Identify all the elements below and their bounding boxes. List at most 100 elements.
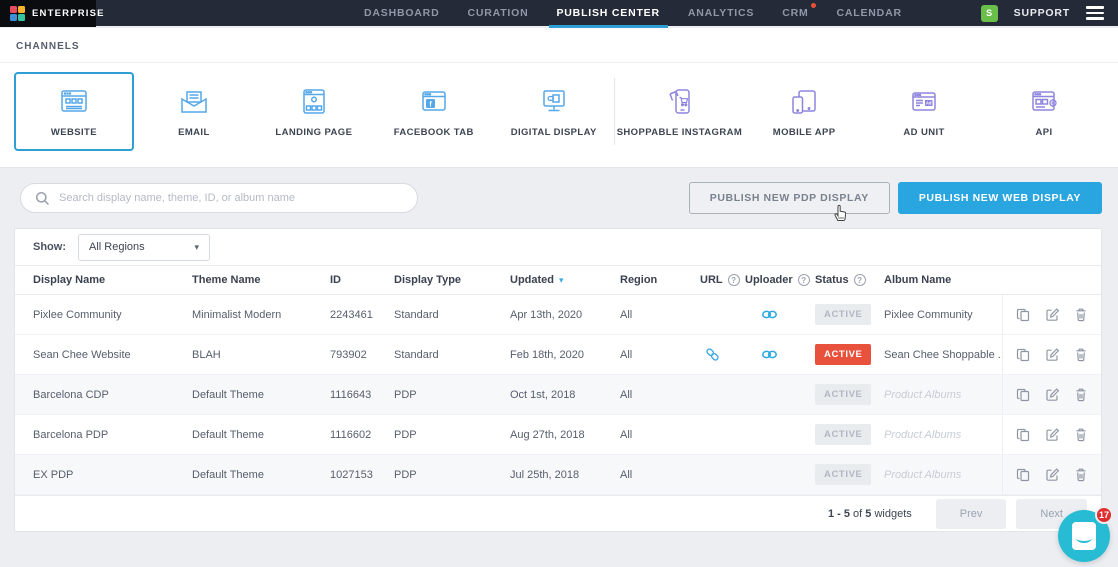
chat-widget-button[interactable]: 17	[1058, 510, 1110, 562]
search-icon	[35, 191, 50, 206]
column-header-status[interactable]: Status?	[815, 274, 884, 286]
column-header-region[interactable]: Region	[620, 274, 700, 286]
delete-icon[interactable]	[1073, 386, 1089, 403]
column-header-display-name[interactable]: Display Name	[15, 274, 192, 286]
landing-page-icon	[296, 86, 332, 118]
edit-icon[interactable]	[1044, 466, 1061, 483]
copy-icon[interactable]	[1015, 466, 1031, 483]
table-row[interactable]: Pixlee Community Minimalist Modern 22434…	[15, 295, 1101, 335]
copy-icon[interactable]	[1015, 306, 1031, 323]
edit-icon[interactable]	[1044, 426, 1061, 443]
channel-tile-website[interactable]: WEBSITE	[14, 72, 134, 151]
cell-display-type: PDP	[394, 429, 510, 441]
cell-uploader	[745, 309, 815, 320]
nav-item-publish-center[interactable]: PUBLISH CENTER	[557, 0, 660, 26]
channel-tile-digital-display[interactable]: DIGITAL DISPLAY	[494, 72, 614, 151]
status-badge: ACTIVE	[815, 304, 871, 325]
channel-tile-api[interactable]: API	[984, 72, 1104, 151]
channel-tile-ad-unit[interactable]: Ad AD UNIT	[864, 72, 984, 151]
channel-label: LANDING PAGE	[275, 127, 352, 138]
brand-logo[interactable]: ENTERPRISE	[0, 0, 96, 27]
delete-icon[interactable]	[1073, 346, 1089, 363]
prev-button[interactable]: Prev	[936, 499, 1007, 529]
channel-tiles: WEBSITE EMAIL LANDING PAGE f FACEBOOK TA…	[0, 63, 1118, 151]
nav-item-curation[interactable]: CURATION	[467, 0, 528, 26]
chevron-down-icon: ▾	[194, 242, 199, 253]
column-header-theme-name[interactable]: Theme Name	[192, 274, 330, 286]
cell-album-name: Product Albums	[884, 469, 1002, 481]
help-icon[interactable]: ?	[728, 274, 740, 286]
column-header-album-name[interactable]: Album Name	[884, 274, 1002, 286]
uploader-link-icon[interactable]	[761, 309, 778, 320]
column-header-url[interactable]: URL?	[700, 274, 745, 286]
cell-album-name: Product Albums	[884, 389, 1002, 401]
channel-label: DIGITAL DISPLAY	[511, 127, 597, 138]
column-header-id[interactable]: ID	[330, 274, 394, 286]
avatar[interactable]: S	[981, 5, 998, 22]
uploader-link-icon[interactable]	[761, 349, 778, 360]
hamburger-menu-icon[interactable]	[1086, 6, 1104, 20]
nav-item-analytics[interactable]: ANALYTICS	[688, 0, 754, 26]
region-filter-row: Show: All Regions ▾	[15, 229, 1101, 265]
cell-album-name: Sean Chee Shoppable ...	[884, 349, 1002, 361]
ad-unit-icon: Ad	[906, 86, 942, 118]
channels-panel: CHANNELS WEBSITE EMAIL LANDING PAGE f FA…	[0, 28, 1118, 168]
copy-icon[interactable]	[1015, 426, 1031, 443]
show-label: Show:	[33, 241, 66, 253]
channel-tile-email[interactable]: EMAIL	[134, 72, 254, 151]
region-filter-value: All Regions	[89, 241, 145, 253]
status-badge: ACTIVE	[815, 464, 871, 485]
copy-icon[interactable]	[1015, 386, 1031, 403]
cell-region: All	[620, 309, 700, 321]
column-header-updated[interactable]: Updated▾	[510, 274, 620, 286]
edit-icon[interactable]	[1044, 386, 1061, 403]
svg-text:Ad: Ad	[926, 100, 932, 105]
delete-icon[interactable]	[1073, 466, 1089, 483]
cell-status: ACTIVE	[815, 384, 884, 405]
region-filter-select[interactable]: All Regions ▾	[78, 234, 210, 261]
cell-display-type: Standard	[394, 309, 510, 321]
search-input[interactable]	[59, 192, 403, 204]
url-link-icon[interactable]	[705, 347, 720, 362]
channel-tile-facebook-tab[interactable]: f FACEBOOK TAB	[374, 72, 494, 151]
table-row[interactable]: EX PDP Default Theme 1027153 PDP Jul 25t…	[15, 455, 1101, 495]
channel-label: AD UNIT	[903, 127, 944, 138]
status-badge: ACTIVE	[815, 384, 871, 405]
cell-display-type: PDP	[394, 469, 510, 481]
edit-icon[interactable]	[1044, 346, 1061, 363]
help-icon[interactable]: ?	[798, 274, 810, 286]
channel-tile-landing-page[interactable]: LANDING PAGE	[254, 72, 374, 151]
nav-item-calendar[interactable]: CALENDAR	[837, 0, 902, 26]
delete-icon[interactable]	[1073, 426, 1089, 443]
publish-new-web-display-button[interactable]: PUBLISH NEW WEB DISPLAY	[898, 182, 1102, 214]
cell-region: All	[620, 389, 700, 401]
edit-icon[interactable]	[1044, 306, 1061, 323]
table-row[interactable]: Sean Chee Website BLAH 793902 Standard F…	[15, 335, 1101, 375]
nav-item-dashboard[interactable]: DASHBOARD	[364, 0, 439, 26]
channel-label: EMAIL	[178, 127, 210, 138]
copy-icon[interactable]	[1015, 346, 1031, 363]
cell-actions	[1002, 375, 1101, 414]
publish-new-pdp-display-button[interactable]: PUBLISH NEW PDP DISPLAY	[689, 182, 890, 214]
support-link[interactable]: SUPPORT	[1014, 7, 1070, 19]
column-header-uploader[interactable]: Uploader?	[745, 274, 815, 286]
table-row[interactable]: Barcelona PDP Default Theme 1116602 PDP …	[15, 415, 1101, 455]
nav-right: S SUPPORT	[981, 5, 1118, 22]
cell-region: All	[620, 429, 700, 441]
cell-updated: Jul 25th, 2018	[510, 469, 620, 481]
sort-descending-icon: ▾	[559, 275, 564, 286]
cell-theme-name: Default Theme	[192, 389, 330, 401]
digital-display-icon	[536, 86, 572, 118]
cell-theme-name: Default Theme	[192, 469, 330, 481]
table-row[interactable]: Barcelona CDP Default Theme 1116643 PDP …	[15, 375, 1101, 415]
help-icon[interactable]: ?	[854, 274, 866, 286]
column-header-display-type[interactable]: Display Type	[394, 274, 510, 286]
status-badge: ACTIVE	[815, 424, 871, 445]
nav-item-crm[interactable]: CRM	[782, 0, 808, 26]
delete-icon[interactable]	[1073, 306, 1089, 323]
search-box[interactable]	[20, 183, 418, 213]
channel-tile-shoppable-instagram[interactable]: SHOPPABLE INSTAGRAM	[615, 72, 744, 151]
cell-album-name: Pixlee Community	[884, 309, 1002, 321]
cell-display-name: EX PDP	[15, 469, 192, 481]
channel-tile-mobile-app[interactable]: MOBILE APP	[744, 72, 864, 151]
